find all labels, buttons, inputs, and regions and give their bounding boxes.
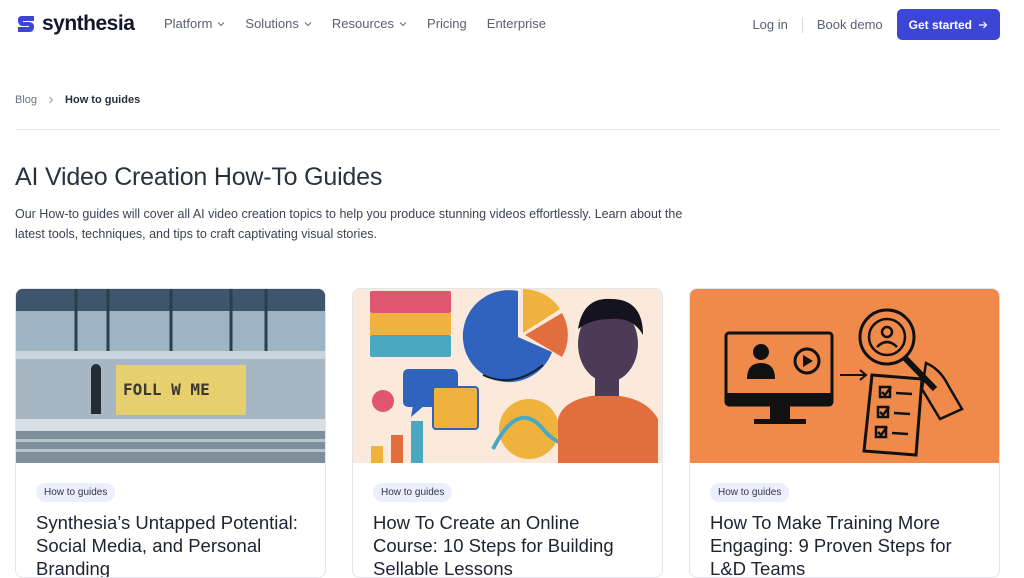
card-title[interactable]: Synthesia’s Untapped Potential: Social M…	[36, 511, 311, 577]
section-divider	[15, 129, 1000, 130]
login-link[interactable]: Log in	[752, 17, 787, 32]
get-started-label: Get started	[908, 17, 972, 32]
chevron-down-icon	[399, 21, 407, 26]
chevron-right-icon	[49, 96, 54, 104]
nav-enterprise[interactable]: Enterprise	[487, 16, 546, 31]
chevron-down-icon	[304, 21, 312, 26]
nav-resources[interactable]: Resources	[332, 16, 407, 31]
breadcrumb: Blog How to guides	[15, 94, 140, 106]
nav-pricing-label: Pricing	[427, 16, 467, 31]
logo-wordmark: synthesia	[42, 12, 135, 35]
nav-pricing[interactable]: Pricing	[427, 16, 467, 31]
arrow-right-icon	[979, 21, 988, 28]
article-card[interactable]: How to guides How To Make Training More …	[689, 288, 1000, 578]
card-title[interactable]: How To Make Training More Engaging: 9 Pr…	[710, 511, 985, 577]
synthesia-logo-icon	[18, 16, 34, 32]
header-actions: Log in Book demo Get started	[752, 9, 1000, 40]
card-title[interactable]: How To Create an Online Course: 10 Steps…	[373, 511, 648, 577]
chevron-down-icon	[218, 21, 225, 26]
breadcrumb-current: How to guides	[65, 94, 141, 106]
card-image-online-course	[353, 289, 662, 463]
category-tag[interactable]: How to guides	[373, 483, 453, 502]
category-tag[interactable]: How to guides	[710, 483, 790, 502]
card-image-text: FOLL W ME	[123, 380, 210, 399]
article-card[interactable]: How to guides How To Create an Online Co…	[352, 288, 663, 578]
card-image-training	[690, 289, 999, 463]
main-nav: Platform Solutions Resources Pricing Ent…	[164, 16, 566, 31]
page-title: AI Video Creation How-To Guides	[15, 163, 383, 191]
header-divider	[801, 16, 803, 33]
breadcrumb-blog[interactable]: Blog	[15, 94, 37, 106]
category-tag[interactable]: How to guides	[36, 483, 116, 502]
get-started-button[interactable]: Get started	[896, 9, 1000, 40]
article-card[interactable]: FOLL W ME How to guides Synthesia’s Unta…	[15, 288, 326, 578]
nav-platform[interactable]: Platform	[164, 16, 225, 31]
nav-solutions[interactable]: Solutions	[245, 16, 312, 31]
synthesia-logo[interactable]: synthesia	[15, 12, 135, 36]
nav-resources-label: Resources	[331, 16, 395, 31]
nav-platform-label: Platform	[164, 16, 213, 31]
book-demo-link[interactable]: Book demo	[817, 17, 883, 32]
card-image-building: FOLL W ME	[16, 289, 325, 463]
nav-solutions-label: Solutions	[245, 16, 299, 31]
page-description: Our How-to guides will cover all AI vide…	[15, 207, 683, 241]
nav-enterprise-label: Enterprise	[486, 16, 547, 31]
site-header: synthesia Platform Solutions Resources P…	[0, 0, 1024, 50]
